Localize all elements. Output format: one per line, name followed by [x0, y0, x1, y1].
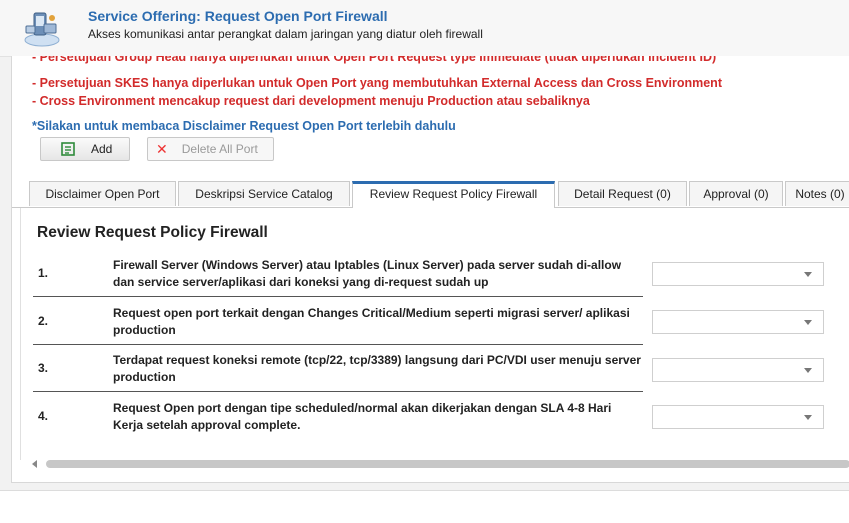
scrollbar-thumb[interactable]	[46, 460, 849, 468]
notice-skes: - Persetujuan SKES hanya diperlukan untu…	[32, 76, 722, 90]
row-divider	[33, 344, 643, 345]
review-content: Review Request Policy Firewall 1. Firewa…	[20, 208, 849, 460]
review-section-title: Review Request Policy Firewall	[37, 224, 268, 241]
page-subtitle: Akses komunikasi antar perangkat dalam j…	[88, 27, 483, 41]
row-divider	[33, 296, 643, 297]
add-row-icon	[61, 142, 75, 156]
review-item-number: 2.	[38, 314, 49, 328]
review-item-number: 1.	[38, 266, 49, 280]
scroll-left-arrow-icon[interactable]	[32, 460, 37, 468]
review-item-3-select[interactable]	[652, 358, 824, 382]
add-button[interactable]: Add	[40, 137, 130, 161]
page-title: Service Offering: Request Open Port Fire…	[88, 8, 388, 24]
review-item-number: 3.	[38, 361, 49, 375]
add-button-label: Add	[91, 142, 113, 156]
notice-group-head: - Persetujuan Group Head hanya diperluka…	[32, 56, 717, 64]
tab-review-request-policy-firewall[interactable]: Review Request Policy Firewall	[352, 181, 555, 208]
tab-notes[interactable]: Notes (0)	[785, 181, 849, 206]
network-devices-icon	[24, 12, 60, 47]
review-item-4-select[interactable]	[652, 405, 824, 429]
review-item-text: Firewall Server (Windows Server) atau Ip…	[113, 258, 622, 289]
review-item-2-select[interactable]	[652, 310, 824, 334]
horizontal-scrollbar[interactable]	[32, 458, 849, 470]
tab-bar: Disclaimer Open Port Deskripsi Service C…	[12, 181, 849, 208]
tab-deskripsi-service-catalog[interactable]: Deskripsi Service Catalog	[178, 181, 350, 206]
tab-disclaimer-open-port[interactable]: Disclaimer Open Port	[29, 181, 176, 206]
delete-all-port-button[interactable]: ✕ Delete All Port	[147, 137, 274, 161]
footer-bar	[0, 490, 849, 523]
review-item-1-select[interactable]	[652, 262, 824, 286]
delete-all-port-label: Delete All Port	[181, 142, 258, 156]
row-divider	[33, 391, 643, 392]
chevron-down-icon	[804, 272, 812, 277]
request-panel: - Persetujuan Group Head hanya diperluka…	[11, 56, 849, 483]
review-item-text: Terdapat request koneksi remote (tcp/22,…	[113, 353, 641, 384]
chevron-down-icon	[804, 320, 812, 325]
chevron-down-icon	[804, 368, 812, 373]
review-item-text: Request Open port dengan tipe scheduled/…	[113, 401, 612, 432]
delete-x-icon: ✕	[156, 141, 168, 157]
review-item-text: Request open port terkait dengan Changes…	[113, 306, 630, 337]
chevron-down-icon	[804, 415, 812, 420]
service-header: Service Offering: Request Open Port Fire…	[0, 0, 849, 57]
notice-cross-environment: - Cross Environment mencakup request dar…	[32, 94, 590, 108]
review-item-number: 4.	[38, 409, 49, 423]
disclaimer-link[interactable]: *Silakan untuk membaca Disclaimer Reques…	[32, 119, 456, 133]
tab-approval[interactable]: Approval (0)	[689, 181, 783, 206]
tab-detail-request[interactable]: Detail Request (0)	[558, 181, 687, 206]
